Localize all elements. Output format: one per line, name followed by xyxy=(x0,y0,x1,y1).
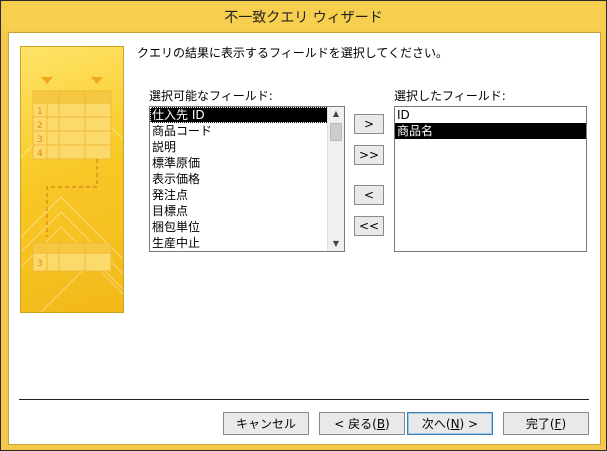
finish-access-key: F xyxy=(554,416,562,431)
list-item[interactable]: 梱包単位 xyxy=(150,219,344,235)
add-all-fields-button[interactable]: >> xyxy=(354,145,384,165)
row-number: 1 xyxy=(37,107,43,117)
list-item[interactable]: 商品名 xyxy=(395,123,586,139)
title-bar[interactable]: 不一致クエリ ウィザード xyxy=(2,2,605,31)
scroll-down-icon[interactable]: ▼ xyxy=(328,237,344,251)
cancel-label: キャンセル xyxy=(235,417,296,431)
row-number: 3 xyxy=(37,135,43,145)
back-label-end: ) xyxy=(385,416,390,431)
vertical-scrollbar[interactable]: ▲ ▼ xyxy=(327,107,344,251)
back-access-key: B xyxy=(376,416,386,431)
selected-fields-label: 選択したフィールド: xyxy=(394,89,506,103)
list-item[interactable]: 商品コード xyxy=(150,123,344,139)
finish-label-end: ) xyxy=(561,416,567,431)
cancel-button[interactable]: キャンセル xyxy=(223,412,309,435)
table-join-illustration: 1 2 3 4 3 xyxy=(21,77,123,312)
instruction-text: クエリの結果に表示するフィールドを選択してください。 xyxy=(137,46,449,60)
selected-fields-list[interactable]: ID 商品名 xyxy=(394,106,587,252)
next-access-key: N xyxy=(450,416,460,431)
wizard-content: 1 2 3 4 3 クエリの結果に表示するフィールドを選択してください。 選択可… xyxy=(8,32,601,445)
next-label-end: ) > xyxy=(459,416,479,431)
list-item[interactable]: 目標点 xyxy=(150,203,344,219)
next-button[interactable]: 次へ(N) > xyxy=(407,412,493,435)
finish-button[interactable]: 完了(F) xyxy=(503,412,589,435)
list-item[interactable]: 表示価格 xyxy=(150,171,344,187)
list-item[interactable]: 生産中止 xyxy=(150,235,344,251)
arrow-down-icon xyxy=(91,77,103,84)
remove-field-button[interactable]: < xyxy=(354,185,384,205)
remove-all-fields-button[interactable]: << xyxy=(354,216,384,236)
row-number: 2 xyxy=(37,121,43,131)
scroll-up-icon[interactable]: ▲ xyxy=(328,107,344,121)
finish-label: 完了( xyxy=(525,417,555,431)
list-item[interactable]: ID xyxy=(395,107,586,123)
window-title: 不一致クエリ ウィザード xyxy=(224,9,383,26)
row-number: 3 xyxy=(37,259,43,269)
wizard-window: 不一致クエリ ウィザード 1 2 3 4 3 クエリの結果に表示するフィールドを… xyxy=(0,0,607,451)
back-button[interactable]: < 戻る(B) xyxy=(319,412,405,435)
list-item[interactable]: 説明 xyxy=(150,139,344,155)
available-fields-list[interactable]: 仕入先 ID 商品コード 説明 標準原価 表示価格 発注点 目標点 梱包単位 生… xyxy=(149,106,345,252)
list-item[interactable]: 標準原価 xyxy=(150,155,344,171)
add-field-button[interactable]: > xyxy=(354,114,384,134)
row-number: 4 xyxy=(37,149,43,159)
back-label: < 戻る( xyxy=(334,417,377,431)
arrow-down-icon xyxy=(41,77,53,84)
list-item[interactable]: 仕入先 ID xyxy=(150,107,344,123)
scroll-thumb[interactable] xyxy=(330,123,342,141)
wizard-illustration: 1 2 3 4 3 xyxy=(20,46,124,313)
next-label: 次へ( xyxy=(421,417,451,431)
list-item[interactable]: 発注点 xyxy=(150,187,344,203)
footer-separator xyxy=(19,399,589,400)
available-fields-label: 選択可能なフィールド: xyxy=(149,89,273,103)
